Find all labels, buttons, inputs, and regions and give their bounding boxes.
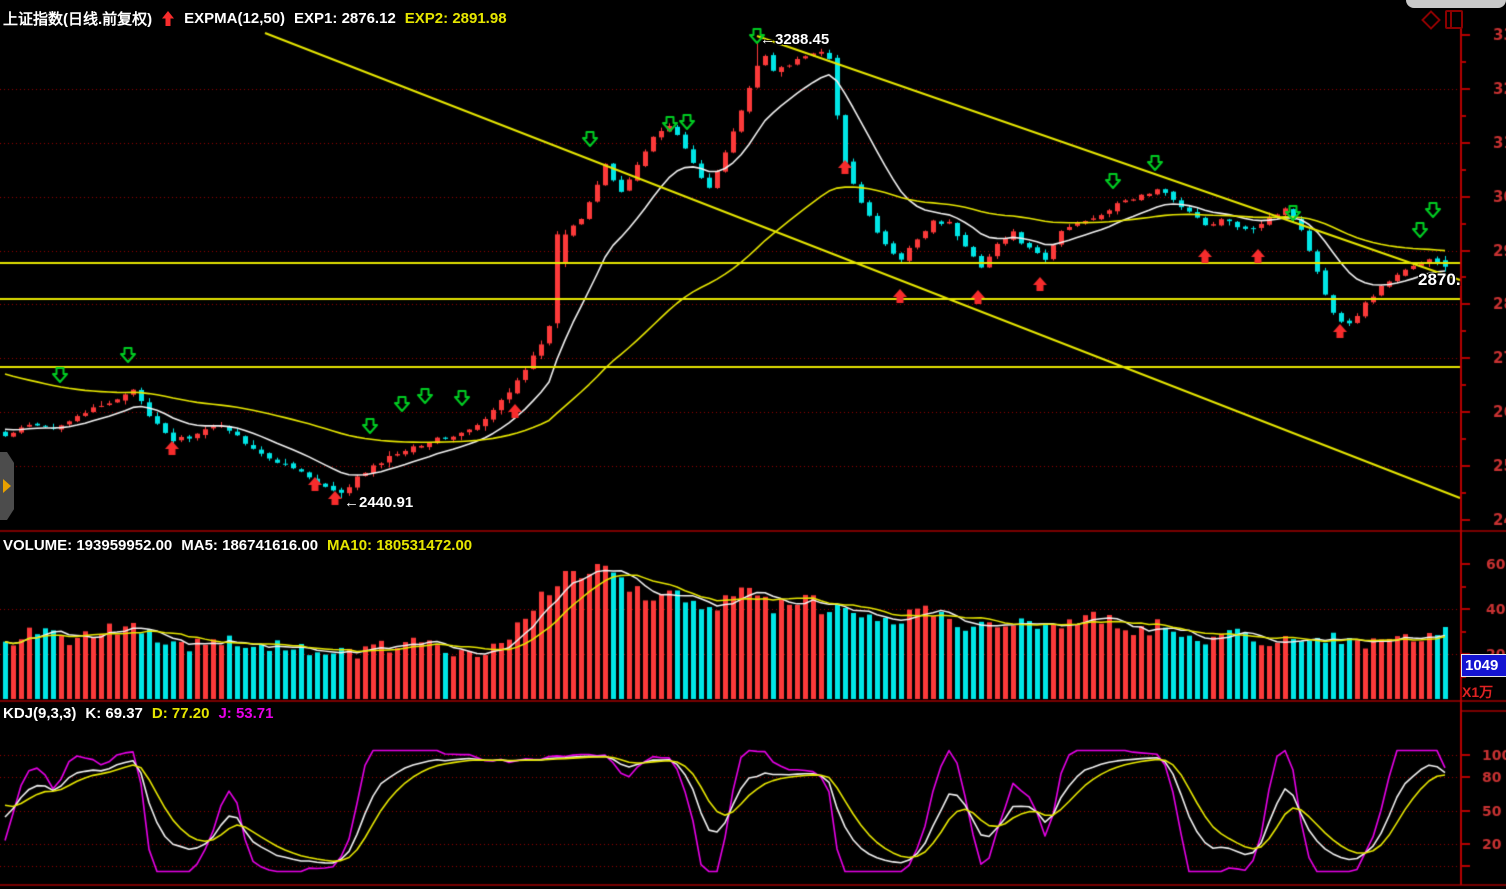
up-arrow-icon xyxy=(161,10,175,27)
sidebar-expand-handle[interactable] xyxy=(0,452,14,520)
symbol-title: 上证指数(日线.前复权) xyxy=(3,8,152,29)
volume-unit-label: X1万 xyxy=(1462,682,1493,702)
exp2-value: EXP2: 2891.98 xyxy=(405,10,507,27)
current-price-label: 2870. xyxy=(1418,270,1461,290)
expand-arrow-icon xyxy=(3,479,11,493)
main-pane-header: 上证指数(日线.前复权) EXPMA(12,50) EXP1: 2876.12 … xyxy=(3,8,507,29)
stock-chart-app: 上证指数(日线.前复权) EXPMA(12,50) EXP1: 2876.12 … xyxy=(0,0,1506,889)
peak-price-annotation: ←3288.45 xyxy=(760,31,829,48)
kdj-indicator-label: KDJ(9,3,3) xyxy=(3,705,76,722)
kdj-j-value: J: 53.71 xyxy=(218,705,273,722)
indicator-label: EXPMA(12,50) xyxy=(184,10,285,27)
volume-ma10-value: MA10: 180531472.00 xyxy=(327,537,472,554)
kdj-k-value: K: 69.37 xyxy=(85,705,143,722)
split-window-icon[interactable] xyxy=(1445,10,1463,29)
trough-price-annotation: ←2440.91 xyxy=(344,494,413,511)
latest-volume-badge: 1049 xyxy=(1461,654,1506,677)
exp1-value: EXP1: 2876.12 xyxy=(294,10,396,27)
volume-ma5-value: MA5: 186741616.00 xyxy=(181,537,318,554)
kdj-d-value: D: 77.20 xyxy=(152,705,210,722)
volume-pane-header: VOLUME: 193959952.00 MA5: 186741616.00 M… xyxy=(3,537,472,554)
split-window-icon-bar xyxy=(1450,12,1452,27)
chart-canvas[interactable] xyxy=(0,0,1506,889)
kdj-pane-header: KDJ(9,3,3) K: 69.37 D: 77.20 J: 53.71 xyxy=(3,705,274,722)
scrollbar-thumb[interactable] xyxy=(1406,0,1506,8)
volume-value: VOLUME: 193959952.00 xyxy=(3,537,172,554)
